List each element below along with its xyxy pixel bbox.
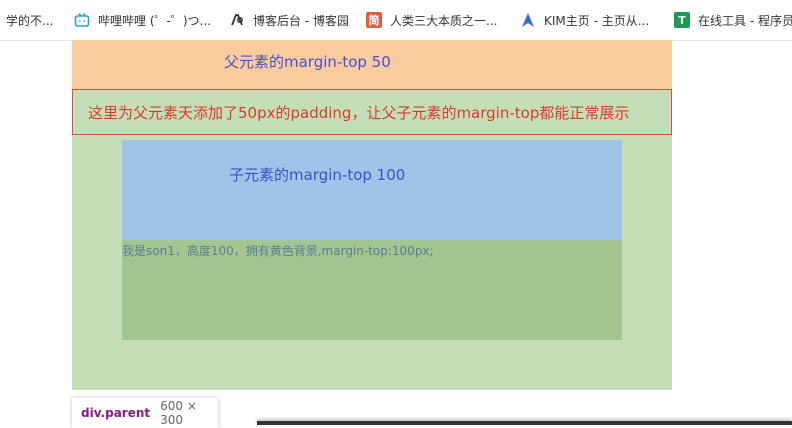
bookmark-item[interactable]: 哔哩哔哩 (゜-゜)つ... (74, 6, 211, 34)
devtools-inspect-tooltip: div.parent 600 × 300 (72, 398, 218, 428)
son-margin-label: 子元素的margin-top 100 (229, 166, 406, 184)
bookmark-label: KIM主页 - 主页从... (544, 13, 650, 28)
parent-margin-highlight: 父元素的margin-top 50 (72, 40, 672, 89)
bookmark-label: 人类三大本质之一... (390, 13, 498, 28)
tooltip-tag: div.parent (81, 406, 151, 420)
bookmarks-bar: 学的不... 哔哩哔哩 (゜-゜)つ... 博客后台 - 博客园 简 人类三大本… (0, 0, 792, 41)
bookmark-item[interactable]: KIM主页 - 主页从... (520, 6, 649, 34)
bookmark-item[interactable]: T 在线工具 - 程序员 (674, 6, 792, 34)
padding-note-box: 这里为父元素天添加了50px的padding，让父子元素的margin-top都… (72, 89, 672, 135)
son-text: 我是son1，高度100，拥有黄色背景,margin-top:100px; (122, 244, 434, 258)
bookmark-label: 学的不... (6, 13, 54, 28)
bookmark-label: 博客后台 - 博客园 (253, 13, 349, 28)
padding-note-text: 这里为父元素天添加了50px的padding，让父子元素的margin-top都… (88, 103, 630, 122)
tooltip-dims: 600 × 300 (160, 399, 197, 427)
bookmark-label: 哔哩哔哩 (゜-゜)つ... (98, 13, 211, 28)
arrow-up-icon (520, 12, 536, 28)
bookmark-item[interactable]: 学的不... (6, 6, 53, 34)
tool-t-icon: T (674, 12, 690, 28)
bilibili-tv-icon (74, 12, 90, 28)
son-margin-highlight: 子元素的margin-top 100 (122, 140, 622, 240)
bookmark-item[interactable]: 博客后台 - 博客园 (229, 6, 349, 34)
bookmark-label: 在线工具 - 程序员 (698, 13, 792, 28)
jianshu-icon: 简 (366, 12, 382, 28)
devtools-panel-edge (257, 421, 792, 425)
bookmark-item[interactable]: 简 人类三大本质之一... (366, 6, 497, 34)
cnblogs-icon (229, 12, 245, 28)
parent-margin-label: 父元素的margin-top 50 (224, 53, 391, 71)
parent-box: 父元素的margin-top 50 这里为父元素天添加了50px的padding… (72, 40, 672, 390)
son-box: 我是son1，高度100，拥有黄色背景,margin-top:100px; (122, 240, 622, 340)
